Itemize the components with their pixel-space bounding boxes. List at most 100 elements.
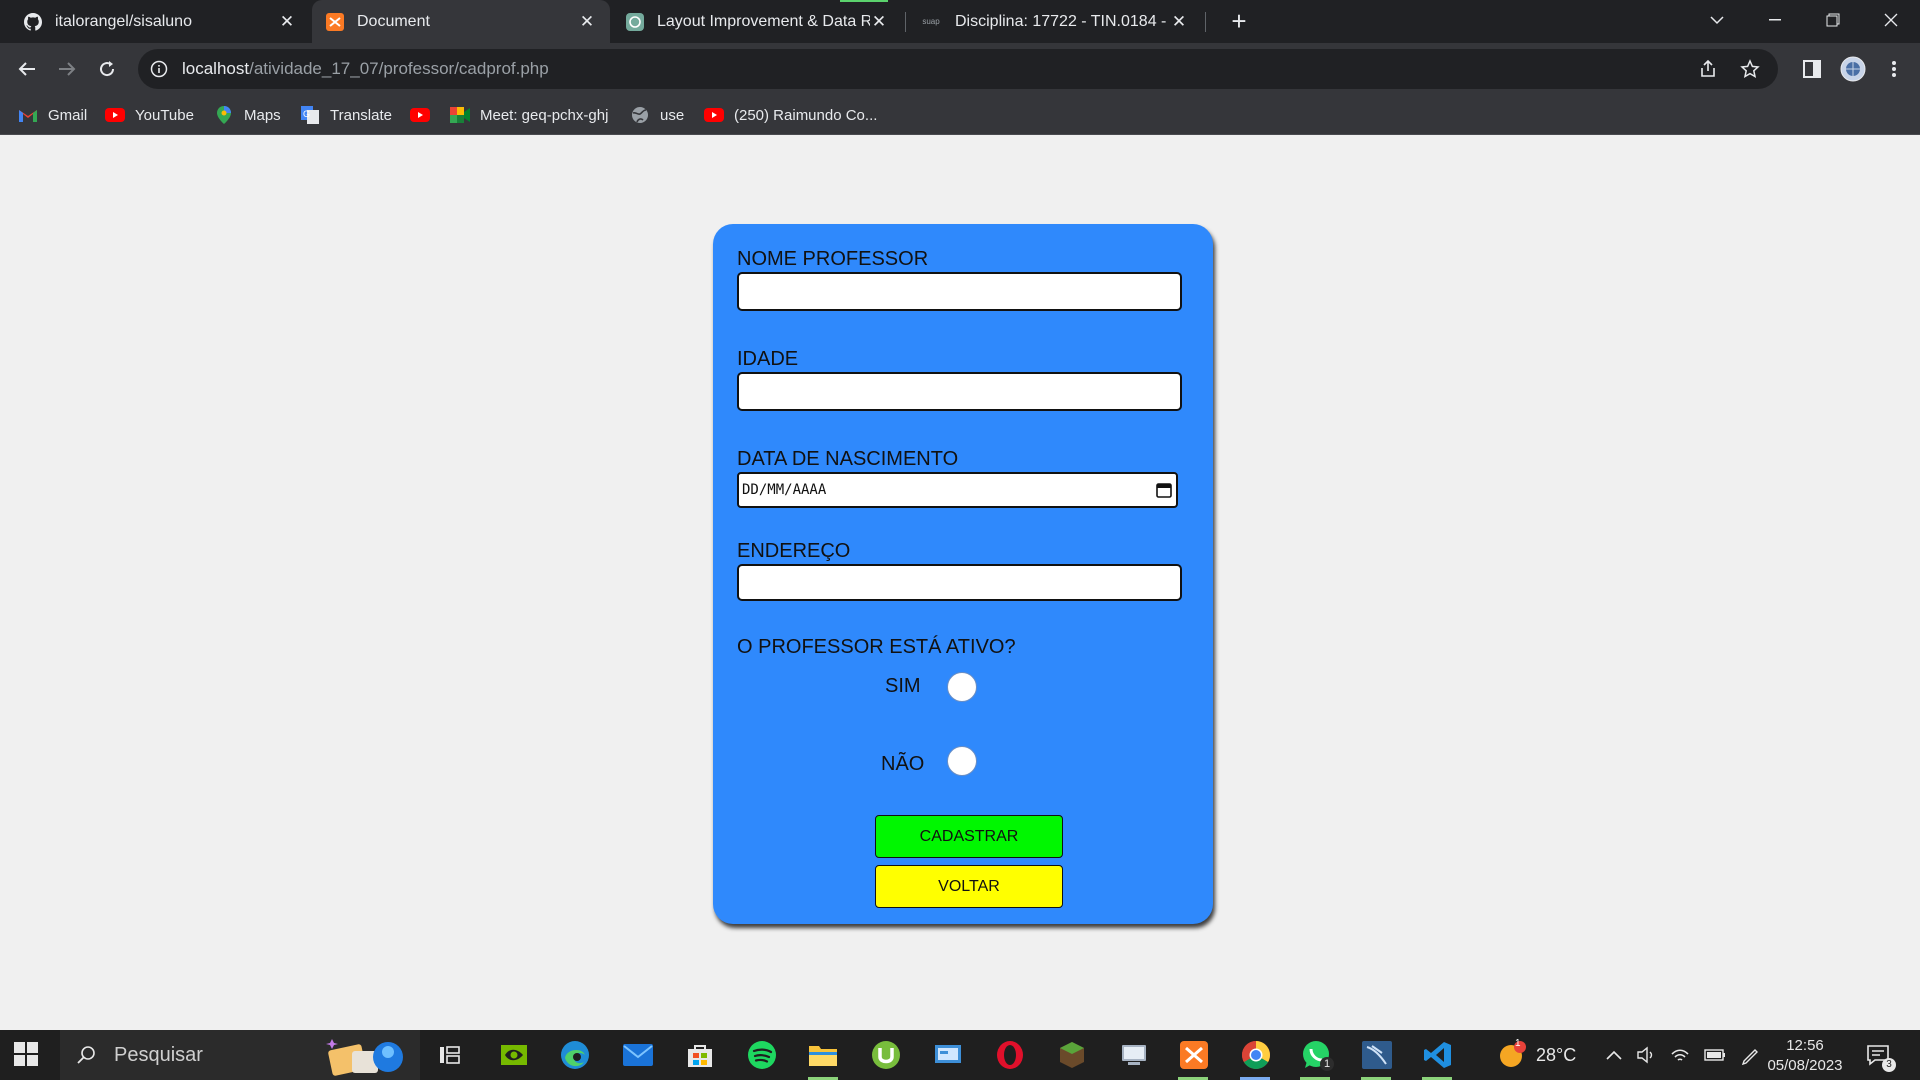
clock-date: 05/08/2023 — [1767, 1057, 1843, 1074]
bookmark-label: Maps — [244, 106, 281, 124]
address-bar[interactable]: localhost/atividade_17_07/professor/cadp… — [138, 49, 1778, 89]
task-view-icon[interactable] — [434, 1039, 466, 1071]
radio-sim-label: SIM — [885, 675, 921, 697]
reload-button[interactable] — [91, 53, 123, 85]
clock[interactable]: 12:56 05/08/2023 — [1760, 1036, 1850, 1076]
search-placeholder: Pesquisar — [114, 1043, 203, 1066]
url-text: localhost/atividade_17_07/professor/cadp… — [182, 59, 549, 79]
bookmark-label: YouTube — [135, 106, 194, 124]
tab-document[interactable]: Document ✕ — [312, 0, 610, 43]
side-panel-button[interactable] — [1796, 53, 1828, 85]
window-controls — [1688, 0, 1920, 40]
url-host: localhost — [182, 59, 250, 78]
nvidia-icon[interactable] — [498, 1039, 530, 1071]
chrome-icon[interactable] — [1240, 1039, 1272, 1071]
radio-nao[interactable] — [947, 746, 977, 776]
data-nascimento-label: DATA DE NASCIMENTO — [737, 448, 959, 470]
forward-button[interactable] — [51, 53, 83, 85]
minimize-button[interactable] — [1746, 0, 1804, 40]
bookmark-label: (250) Raimundo Co... — [734, 106, 878, 124]
mail-icon[interactable] — [622, 1039, 654, 1071]
bookmark-youtube-2[interactable] — [410, 103, 440, 127]
tab-search-button[interactable] — [1688, 0, 1746, 40]
bookmark-maps[interactable]: Maps — [214, 103, 281, 127]
file-explorer-icon[interactable] — [807, 1039, 839, 1071]
bookmark-translate[interactable]: G Translate — [300, 103, 392, 127]
taskbar-search[interactable]: Pesquisar — [60, 1030, 420, 1080]
calendar-icon[interactable] — [1155, 481, 1173, 499]
utorrent-icon[interactable] — [870, 1039, 902, 1071]
suap-icon: suap — [922, 17, 940, 26]
youtube-icon — [704, 107, 724, 123]
data-nascimento-input[interactable]: DD/MM/AAAA — [737, 472, 1178, 508]
close-tab-icon[interactable]: ✕ — [870, 12, 888, 32]
chevron-up-icon[interactable] — [1606, 1050, 1622, 1060]
radio-sim[interactable] — [947, 672, 977, 702]
microsoft-store-icon[interactable] — [684, 1039, 716, 1071]
edge-icon[interactable] — [559, 1039, 591, 1071]
back-arrow-icon — [18, 62, 35, 76]
idade-input[interactable] — [737, 372, 1182, 411]
toolbar: localhost/atividade_17_07/professor/cadp… — [0, 43, 1920, 95]
translate-icon: G — [300, 106, 320, 124]
avatar — [1840, 56, 1866, 82]
profile-button[interactable] — [1837, 53, 1869, 85]
battery-icon[interactable] — [1704, 1048, 1726, 1062]
tab-sisaluno[interactable]: italorangel/sisaluno ✕ — [10, 0, 310, 43]
opera-icon[interactable] — [994, 1039, 1026, 1071]
notification-center[interactable]: 3 — [1866, 1030, 1896, 1080]
spotify-icon[interactable] — [746, 1039, 778, 1071]
tab-chatgpt[interactable]: Layout Improvement & Data Retr ✕ — [612, 0, 902, 43]
windows-icon — [14, 1042, 38, 1066]
chatgpt-icon — [626, 12, 644, 31]
weather-widget[interactable]: 1 28°C — [1498, 1030, 1576, 1080]
whatsapp-icon[interactable]: 1 — [1300, 1039, 1334, 1071]
bookmark-youtube[interactable]: YouTube — [105, 103, 194, 127]
bookmark-label: Meet: geq-pchx-ghj — [480, 106, 609, 124]
wifi-icon[interactable] — [1670, 1046, 1690, 1064]
gmail-icon — [18, 107, 38, 123]
control-panel-icon[interactable] — [932, 1039, 964, 1071]
xampp-icon[interactable] — [1178, 1039, 1210, 1071]
tab-title: Layout Improvement & Data Retr — [657, 12, 870, 30]
menu-button[interactable] — [1878, 53, 1910, 85]
bookmark-gmail[interactable]: Gmail — [18, 103, 87, 127]
new-tab-button[interactable]: + — [1224, 6, 1254, 36]
pen-icon[interactable] — [1740, 1045, 1760, 1065]
bookmark-label: use — [660, 106, 685, 124]
bookmark-use[interactable]: use — [630, 103, 684, 127]
bookmark-label: Translate — [330, 106, 392, 124]
close-tab-icon[interactable]: ✕ — [578, 12, 596, 32]
tab-strip: italorangel/sisaluno ✕ Document ✕ Layout… — [0, 0, 1920, 43]
bookmark-star-icon[interactable] — [1740, 59, 1760, 79]
forward-arrow-icon — [59, 62, 76, 76]
vscode-icon[interactable] — [1422, 1039, 1454, 1071]
voltar-button[interactable]: VOLTAR — [875, 865, 1063, 908]
nome-professor-input[interactable] — [737, 272, 1182, 311]
bookmark-meet[interactable]: Meet: geq-pchx-ghj — [450, 103, 608, 127]
restore-button[interactable] — [1804, 0, 1862, 40]
close-tab-icon[interactable]: ✕ — [278, 12, 296, 32]
cadastrar-button[interactable]: CADASTRAR — [875, 815, 1063, 858]
mysql-workbench-icon[interactable] — [1361, 1039, 1393, 1071]
info-icon — [150, 60, 168, 78]
tab-suap[interactable]: suap Disciplina: 17722 - TIN.0184 - Pro … — [906, 0, 1202, 43]
back-button[interactable] — [11, 53, 43, 85]
bookmark-label: Gmail — [48, 106, 88, 124]
radio-nao-label: NÃO — [881, 753, 925, 775]
endereco-label: ENDEREÇO — [737, 540, 851, 562]
bookmark-youtube-3[interactable]: (250) Raimundo Co... — [704, 103, 877, 127]
endereco-input[interactable] — [737, 564, 1182, 601]
meet-icon — [450, 107, 470, 123]
whatsapp-badge: 1 — [1320, 1057, 1334, 1071]
maps-icon — [214, 106, 234, 124]
ativo-question-label: O PROFESSOR ESTÁ ATIVO? — [737, 636, 1016, 658]
close-window-button[interactable] — [1862, 0, 1920, 40]
start-button[interactable] — [14, 1042, 38, 1071]
close-tab-icon[interactable]: ✕ — [1170, 12, 1188, 32]
pc-icon[interactable] — [1118, 1039, 1150, 1071]
speaker-icon[interactable] — [1636, 1046, 1656, 1064]
minecraft-icon[interactable] — [1056, 1039, 1088, 1071]
taskbar: Pesquisar 1 1 28°C 12:56 05/08/2023 3 — [0, 1030, 1920, 1080]
share-icon[interactable] — [1698, 59, 1718, 79]
